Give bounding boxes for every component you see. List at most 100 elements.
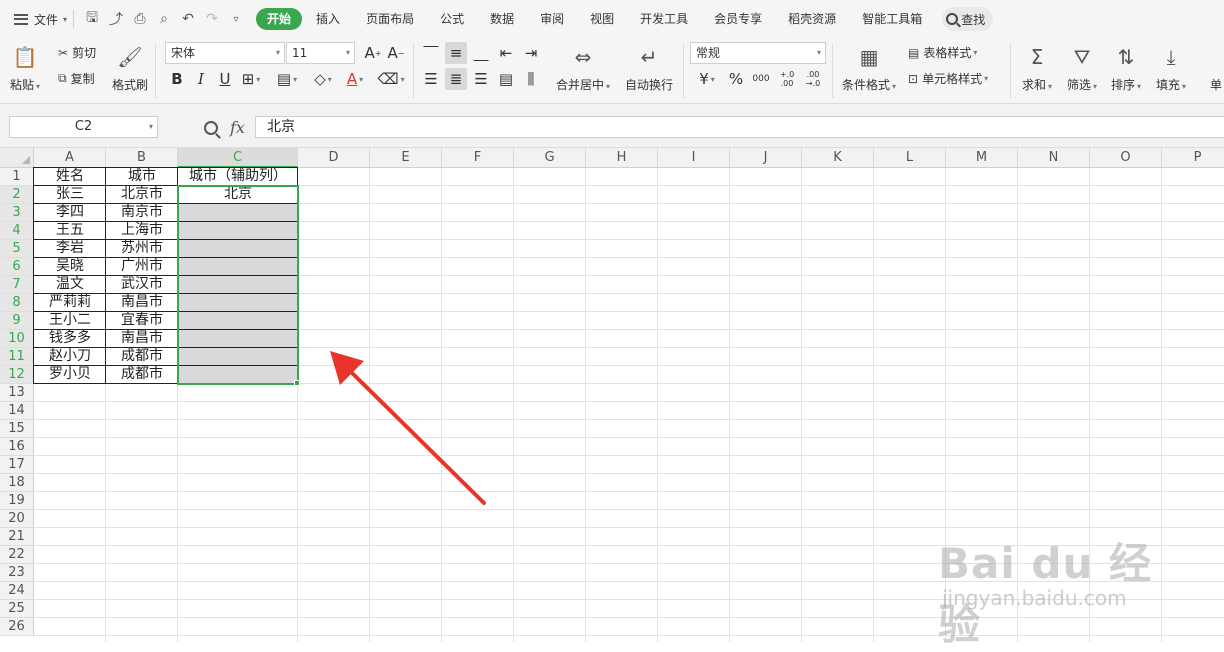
row-header-10[interactable]: 10 <box>0 330 34 348</box>
city-cell[interactable]: 南昌市 <box>106 294 178 312</box>
underline-button[interactable]: U <box>214 68 236 90</box>
city-cell[interactable]: 武汉市 <box>106 276 178 294</box>
bold-button[interactable]: B <box>166 68 188 90</box>
tab-toolbox[interactable]: 智能工具箱 <box>850 8 934 30</box>
function-icon[interactable]: fx <box>230 118 245 137</box>
row-header-23[interactable]: 23 <box>0 564 34 582</box>
distribute-icon[interactable]: ⫼ <box>520 68 542 90</box>
fill-button[interactable]: ⤓ 填充 ▾ <box>1156 44 1186 93</box>
city-cell[interactable]: 苏州市 <box>106 240 178 258</box>
row-header-11[interactable]: 11 <box>0 348 34 366</box>
align-top-icon[interactable]: ⎺ <box>420 42 442 64</box>
column-header-j[interactable]: J <box>730 148 802 168</box>
copy-button[interactable]: ⧉ 复制 <box>58 70 95 87</box>
row-header-12[interactable]: 12 <box>0 366 34 384</box>
increase-font-icon[interactable]: A + <box>362 42 384 64</box>
name-cell[interactable]: 严莉莉 <box>34 294 106 312</box>
name-cell[interactable]: 王小二 <box>34 312 106 330</box>
row-header-26[interactable]: 26 <box>0 618 34 636</box>
merge-center-button[interactable]: ⇔ 合并居中 ▾ <box>556 44 610 93</box>
border-icon[interactable]: ⊞ ▾ <box>240 68 262 90</box>
customize-icon[interactable]: ▿ <box>224 7 248 31</box>
row-header-6[interactable]: 6 <box>0 258 34 276</box>
currency-button[interactable]: ¥ ▾ <box>694 68 720 90</box>
increase-decimal-button[interactable]: +.0 .00 <box>776 68 798 90</box>
city-cell[interactable]: 南昌市 <box>106 330 178 348</box>
conditional-format-button[interactable]: ▦ 条件格式 ▾ <box>842 44 896 93</box>
select-all-corner[interactable] <box>0 148 34 168</box>
name-cell[interactable]: 温文 <box>34 276 106 294</box>
paste-button[interactable]: 📋 粘贴 ▾ <box>10 44 40 93</box>
fill-color-icon[interactable]: ◇ ▾ <box>312 68 334 90</box>
italic-button[interactable]: I <box>190 68 212 90</box>
align-left-icon[interactable]: ☰ <box>420 68 442 90</box>
row-header-25[interactable]: 25 <box>0 600 34 618</box>
tab-review[interactable]: 审阅 <box>528 8 576 30</box>
format-painter-button[interactable]: 🖌 格式刷 <box>112 44 148 93</box>
decrease-font-icon[interactable]: A − <box>385 42 407 64</box>
font-color-icon[interactable]: A ▾ <box>344 68 366 90</box>
percent-button[interactable]: % <box>725 68 747 90</box>
tab-start[interactable]: 开始 <box>256 8 303 30</box>
row-header-22[interactable]: 22 <box>0 546 34 564</box>
cut-button[interactable]: ✂ 剪切 <box>58 44 96 61</box>
table-style-button[interactable]: ▤ 表格样式 ▾ <box>908 44 977 61</box>
font-size-select[interactable]: 11 ▾ <box>286 42 355 64</box>
file-menu[interactable]: 文件 ▾ <box>14 7 67 31</box>
save-icon[interactable]: 🖫 <box>80 7 104 31</box>
column-header-p[interactable]: P <box>1162 148 1224 168</box>
city-cell[interactable]: 北京市 <box>106 186 178 204</box>
row-header-13[interactable]: 13 <box>0 384 34 402</box>
align-middle-icon[interactable]: ≡ <box>445 42 467 64</box>
single-button[interactable]: 单 <box>1210 76 1222 93</box>
column-header-m[interactable]: M <box>946 148 1018 168</box>
tab-formulas[interactable]: 公式 <box>428 8 476 30</box>
row-header-24[interactable]: 24 <box>0 582 34 600</box>
font-name-select[interactable]: 宋体 ▾ <box>165 42 285 64</box>
row-header-21[interactable]: 21 <box>0 528 34 546</box>
zoom-icon[interactable] <box>204 121 218 135</box>
row-header-5[interactable]: 5 <box>0 240 34 258</box>
redo-icon[interactable]: ↷ <box>200 7 224 31</box>
row-header-7[interactable]: 7 <box>0 276 34 294</box>
indent-increase-icon[interactable]: ⇥ <box>520 42 542 64</box>
column-header-i[interactable]: I <box>658 148 730 168</box>
tab-docer[interactable]: 稻壳资源 <box>776 8 848 30</box>
indent-decrease-icon[interactable]: ⇤ <box>495 42 517 64</box>
undo-icon[interactable]: ↶ <box>176 7 200 31</box>
search-button[interactable]: 查找 <box>942 7 994 31</box>
city-cell[interactable]: 宜春市 <box>106 312 178 330</box>
row-header-16[interactable]: 16 <box>0 438 34 456</box>
row-header-19[interactable]: 19 <box>0 492 34 510</box>
header-cell[interactable]: 姓名 <box>34 168 106 186</box>
name-cell[interactable]: 钱多多 <box>34 330 106 348</box>
row-header-8[interactable]: 8 <box>0 294 34 312</box>
column-header-h[interactable]: H <box>586 148 658 168</box>
city-cell[interactable]: 成都市 <box>106 366 178 384</box>
align-right-icon[interactable]: ☰ <box>470 68 492 90</box>
export-icon[interactable]: ⤴ <box>104 7 128 31</box>
row-header-4[interactable]: 4 <box>0 222 34 240</box>
tab-view[interactable]: 视图 <box>578 8 626 30</box>
header-cell[interactable]: 城市（辅助列） <box>178 168 298 186</box>
name-cell[interactable]: 王五 <box>34 222 106 240</box>
filter-button[interactable]: ⛛ 筛选 ▾ <box>1067 44 1097 93</box>
decrease-decimal-button[interactable]: .00 →.0 <box>802 68 824 90</box>
sum-button[interactable]: Σ 求和 ▾ <box>1022 44 1052 93</box>
column-header-g[interactable]: G <box>514 148 586 168</box>
column-header-k[interactable]: K <box>802 148 874 168</box>
column-header-d[interactable]: D <box>298 148 370 168</box>
name-cell[interactable]: 张三 <box>34 186 106 204</box>
tab-member[interactable]: 会员专享 <box>702 8 774 30</box>
formula-input[interactable]: 北京 <box>255 116 1224 138</box>
number-format-select[interactable]: 常规 ▾ <box>690 42 826 64</box>
header-cell[interactable]: 城市 <box>106 168 178 186</box>
column-header-o[interactable]: O <box>1090 148 1162 168</box>
name-box[interactable]: C2 ▾ <box>9 116 158 138</box>
thousands-button[interactable]: 000 <box>750 68 772 90</box>
row-header-17[interactable]: 17 <box>0 456 34 474</box>
city-cell[interactable]: 成都市 <box>106 348 178 366</box>
column-header-c[interactable]: C <box>178 148 298 168</box>
fill-handle[interactable] <box>294 380 300 386</box>
tab-insert[interactable]: 插入 <box>304 8 352 30</box>
